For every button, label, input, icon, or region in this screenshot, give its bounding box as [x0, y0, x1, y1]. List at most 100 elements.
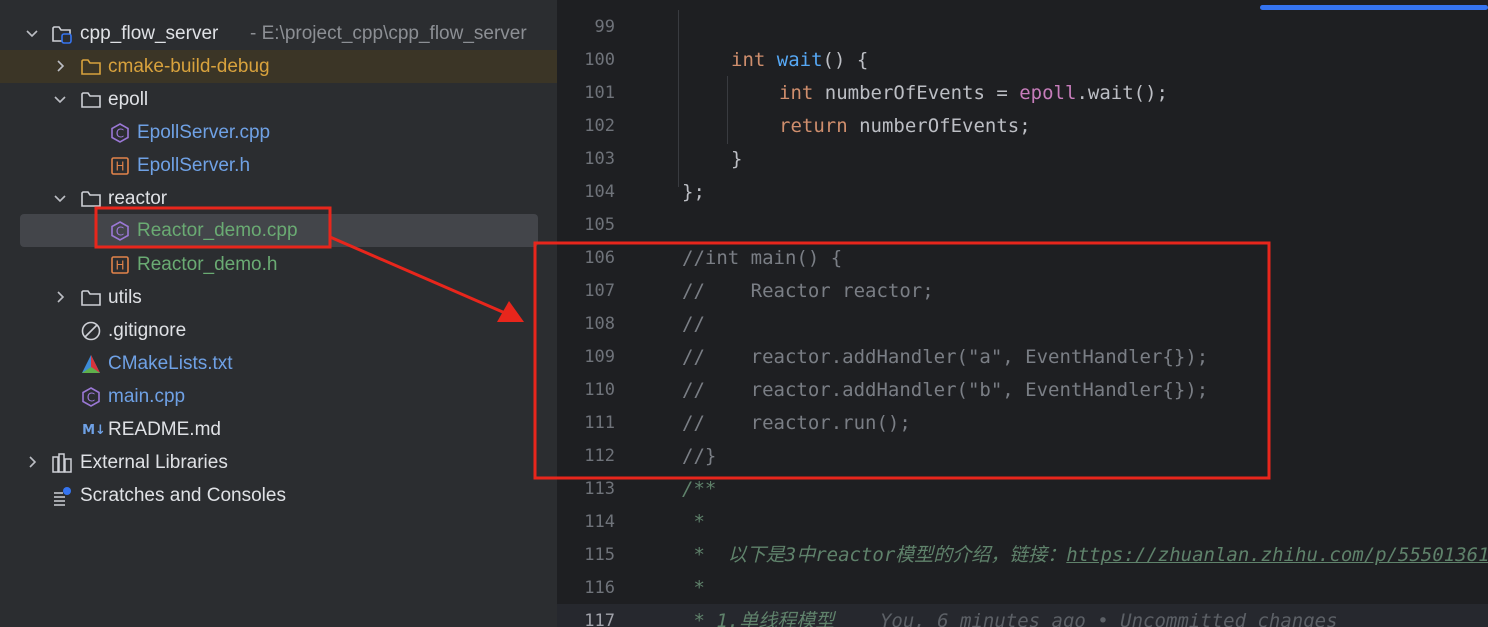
- line-number: 113: [584, 479, 615, 499]
- code-line-106[interactable]: 106 //int main() {: [557, 241, 1488, 274]
- tree-item-utils[interactable]: utils: [0, 281, 557, 314]
- tree-item-cmake-build-debug[interactable]: cmake-build-debug: [0, 50, 557, 83]
- tree-item-label: Scratches and Consoles: [80, 485, 286, 506]
- line-number: 117: [584, 611, 615, 627]
- line-number: 104: [584, 182, 615, 202]
- tree-item-label: Reactor_demo.cpp: [137, 220, 298, 241]
- tree-item-reactor[interactable]: reactor: [0, 182, 557, 215]
- chevron-down-icon[interactable]: [52, 190, 68, 206]
- code-text: // reactor.addHandler("b", EventHandler{…: [682, 379, 1209, 401]
- code-line-110[interactable]: 110 // reactor.addHandler("b", EventHand…: [557, 373, 1488, 406]
- tree-item-label: .gitignore: [108, 320, 187, 341]
- code-line-113[interactable]: 113 /**: [557, 472, 1488, 505]
- tree-item-reactor-demo-cpp[interactable]: C Reactor_demo.cpp: [20, 214, 538, 247]
- line-number: 99: [594, 17, 615, 37]
- code-line-107[interactable]: 107 // Reactor reactor;: [557, 274, 1488, 307]
- code-text: int wait() {: [731, 49, 869, 71]
- library-icon: [51, 452, 73, 474]
- tree-item-reactor-demo-h[interactable]: H Reactor_demo.h: [0, 248, 557, 281]
- code-line-116[interactable]: 116 *: [557, 571, 1488, 604]
- code-text: * 以下是3中reactor模型的介绍，链接：https://zhuanlan.…: [682, 544, 1488, 566]
- code-text: *: [682, 577, 705, 599]
- code-text: return numberOfEvents;: [779, 115, 1031, 137]
- tree-item-label: utils: [108, 287, 142, 308]
- code-line-102[interactable]: 102 return numberOfEvents;: [557, 109, 1488, 142]
- code-line-117[interactable]: 117 * 1.单线程模型 You, 6 minutes ago • Uncom…: [557, 604, 1488, 627]
- line-number: 100: [584, 50, 615, 70]
- code-line-112[interactable]: 112 //}: [557, 439, 1488, 472]
- ignore-file-icon: [80, 320, 102, 342]
- tree-item-epollserver-h[interactable]: H EpollServer.h: [0, 149, 557, 182]
- tree-item-label: reactor: [108, 188, 168, 209]
- folder-icon: [80, 89, 102, 111]
- svg-text:C: C: [87, 391, 95, 405]
- tree-item-readme[interactable]: M↓ README.md: [0, 413, 557, 446]
- tree-item-external-libraries[interactable]: External Libraries: [0, 446, 557, 479]
- svg-text:H: H: [115, 259, 124, 273]
- code-text: int numberOfEvents = epoll.wait();: [779, 82, 1168, 104]
- cpp-file-icon: C: [80, 386, 102, 408]
- line-number: 103: [584, 149, 615, 169]
- tree-item-main-cpp[interactable]: C main.cpp: [0, 380, 557, 413]
- line-number: 101: [584, 83, 615, 103]
- line-number: 105: [584, 215, 615, 235]
- project-folder-icon: [51, 23, 73, 45]
- line-number: 116: [584, 578, 615, 598]
- tree-item-label: epoll: [108, 89, 149, 110]
- code-line-100[interactable]: 100 int wait() {: [557, 43, 1488, 76]
- svg-text:C: C: [116, 127, 124, 141]
- code-editor[interactable]: 99 100 int wait() { 101 int numberOfEven…: [557, 0, 1488, 627]
- cpp-file-icon: C: [109, 220, 131, 242]
- code-text: }: [731, 148, 743, 170]
- folder-icon: [80, 56, 102, 78]
- doc-link[interactable]: https://zhuanlan.zhihu.com/p/555013615: [1066, 544, 1488, 566]
- tree-item-label: README.md: [108, 419, 221, 440]
- chevron-right-icon[interactable]: [24, 454, 40, 470]
- tree-item-label: EpollServer.cpp: [137, 122, 271, 143]
- svg-text:C: C: [116, 225, 124, 239]
- tree-item-label: main.cpp: [108, 386, 186, 407]
- code-line-111[interactable]: 111 // reactor.run();: [557, 406, 1488, 439]
- chevron-down-icon[interactable]: [52, 91, 68, 107]
- tree-item-project-root[interactable]: cpp_flow_server - E:\project_cpp\cpp_flo…: [0, 17, 557, 50]
- scratches-icon: [51, 485, 73, 507]
- code-line-104[interactable]: 104 };: [557, 175, 1488, 208]
- code-text: //}: [682, 445, 717, 467]
- line-number: 110: [584, 380, 615, 400]
- svg-text:H: H: [115, 160, 124, 174]
- code-text: //: [682, 313, 705, 335]
- chevron-right-icon[interactable]: [52, 58, 68, 74]
- tree-item-epoll[interactable]: epoll: [0, 83, 557, 116]
- line-number: 109: [584, 347, 615, 367]
- tree-item-cmakelists[interactable]: CMakeLists.txt: [0, 347, 557, 380]
- tree-item-scratches[interactable]: Scratches and Consoles: [0, 479, 557, 512]
- project-root-name: cpp_flow_server: [80, 23, 219, 44]
- code-line-115[interactable]: 115 * 以下是3中reactor模型的介绍，链接：https://zhuan…: [557, 538, 1488, 571]
- cpp-file-icon: C: [109, 122, 131, 144]
- code-line-109[interactable]: 109 // reactor.addHandler("a", EventHand…: [557, 340, 1488, 373]
- tree-item-label: CMakeLists.txt: [108, 353, 233, 374]
- tree-item-label: External Libraries: [80, 452, 228, 473]
- code-text: // reactor.run();: [682, 412, 911, 434]
- code-line-108[interactable]: 108 //: [557, 307, 1488, 340]
- tree-item-epollserver-cpp[interactable]: C EpollServer.cpp: [0, 116, 557, 149]
- line-number: 107: [584, 281, 615, 301]
- tree-item-label: cmake-build-debug: [108, 56, 270, 77]
- code-line-103[interactable]: 103 }: [557, 142, 1488, 175]
- cmake-icon: [80, 353, 102, 375]
- code-line-105[interactable]: 105: [557, 208, 1488, 241]
- project-tree-panel: cpp_flow_server - E:\project_cpp\cpp_flo…: [0, 0, 557, 627]
- tree-item-gitignore[interactable]: .gitignore: [0, 314, 557, 347]
- code-line-114[interactable]: 114 *: [557, 505, 1488, 538]
- code-text: // Reactor reactor;: [682, 280, 934, 302]
- folder-icon: [80, 287, 102, 309]
- chevron-down-icon[interactable]: [24, 25, 40, 41]
- code-line-101[interactable]: 101 int numberOfEvents = epoll.wait();: [557, 76, 1488, 109]
- tree-item-label: Reactor_demo.h: [137, 254, 278, 275]
- code-line-99[interactable]: 99: [557, 10, 1488, 43]
- chevron-right-icon[interactable]: [52, 289, 68, 305]
- folder-icon: [80, 188, 102, 210]
- code-text: };: [682, 181, 705, 203]
- code-text: /**: [682, 478, 717, 500]
- line-number: 114: [584, 512, 615, 532]
